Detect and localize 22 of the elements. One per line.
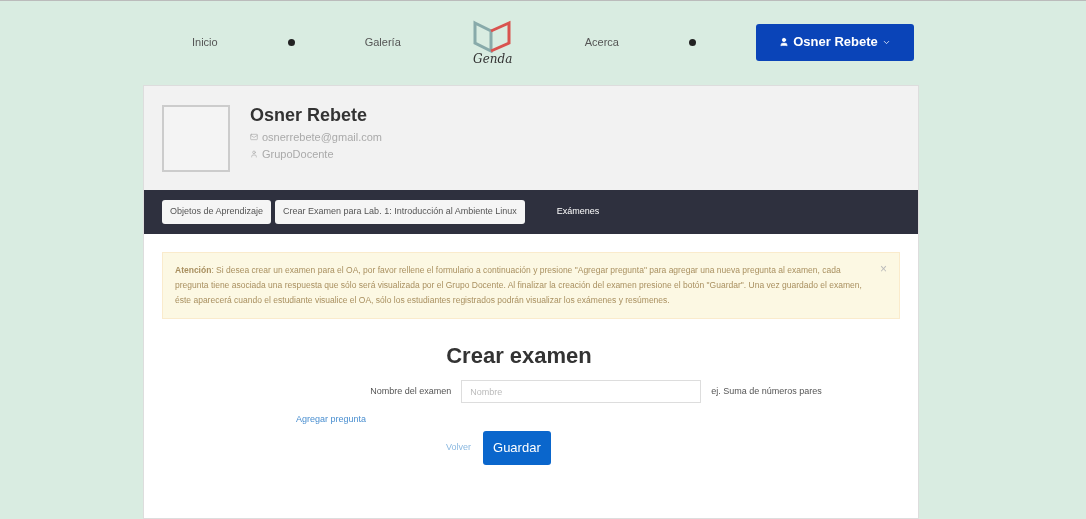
breadcrumb-link[interactable]: Exámenes xyxy=(556,205,600,219)
exam-name-field[interactable]: Nombre xyxy=(461,380,702,403)
profile-email: osnerrebete@gmail.com xyxy=(262,130,382,145)
alert-text: Atención: Si desea crear un examen para el OA, por favor rellene el formulario a continuación y presione "Agregar pregunta" para agregar una nueva pregunta al examen, cada pregunta tiene asociada una respuesta que sólo será visualizada por el Grupo Docente. Al finalizar la creación del examen presione el botón "Guardar". Una vez guardado el examen, éste aparecerá cuando el estudiante visualice el OA, sólo los estudiantes registrados podrán visualizar los exámenes y resúmenes. xyxy=(175,264,863,307)
avatar-placeholder xyxy=(162,104,230,172)
field-hint: ej. Suma de números pares xyxy=(711,384,822,398)
breadcrumb-item[interactable]: Crear Examen para Lab. 1: Introducción al Ambiente Linux xyxy=(275,200,525,224)
nav-link[interactable]: Galería xyxy=(364,33,401,51)
field-label: Nombre del examen xyxy=(370,384,452,398)
breadcrumb-item[interactable]: Objetos de Aprendizaje xyxy=(162,200,272,224)
user-menu-button[interactable]: Osner Rebete xyxy=(756,23,914,61)
form-title: Crear examen xyxy=(446,342,592,370)
user-icon xyxy=(250,149,258,158)
nav-link[interactable]: Inicio xyxy=(192,33,218,51)
profile-name: Osner Rebete xyxy=(250,104,369,127)
profile-group: GrupoDocente xyxy=(262,145,334,162)
add-question-link[interactable]: Agregar pregunta xyxy=(296,413,918,427)
nav-link[interactable]: Acerca xyxy=(584,33,619,51)
logo-text: Genda xyxy=(473,53,513,65)
user-icon xyxy=(779,37,790,47)
save-button[interactable]: Guardar xyxy=(483,430,551,465)
mail-icon xyxy=(250,133,258,142)
